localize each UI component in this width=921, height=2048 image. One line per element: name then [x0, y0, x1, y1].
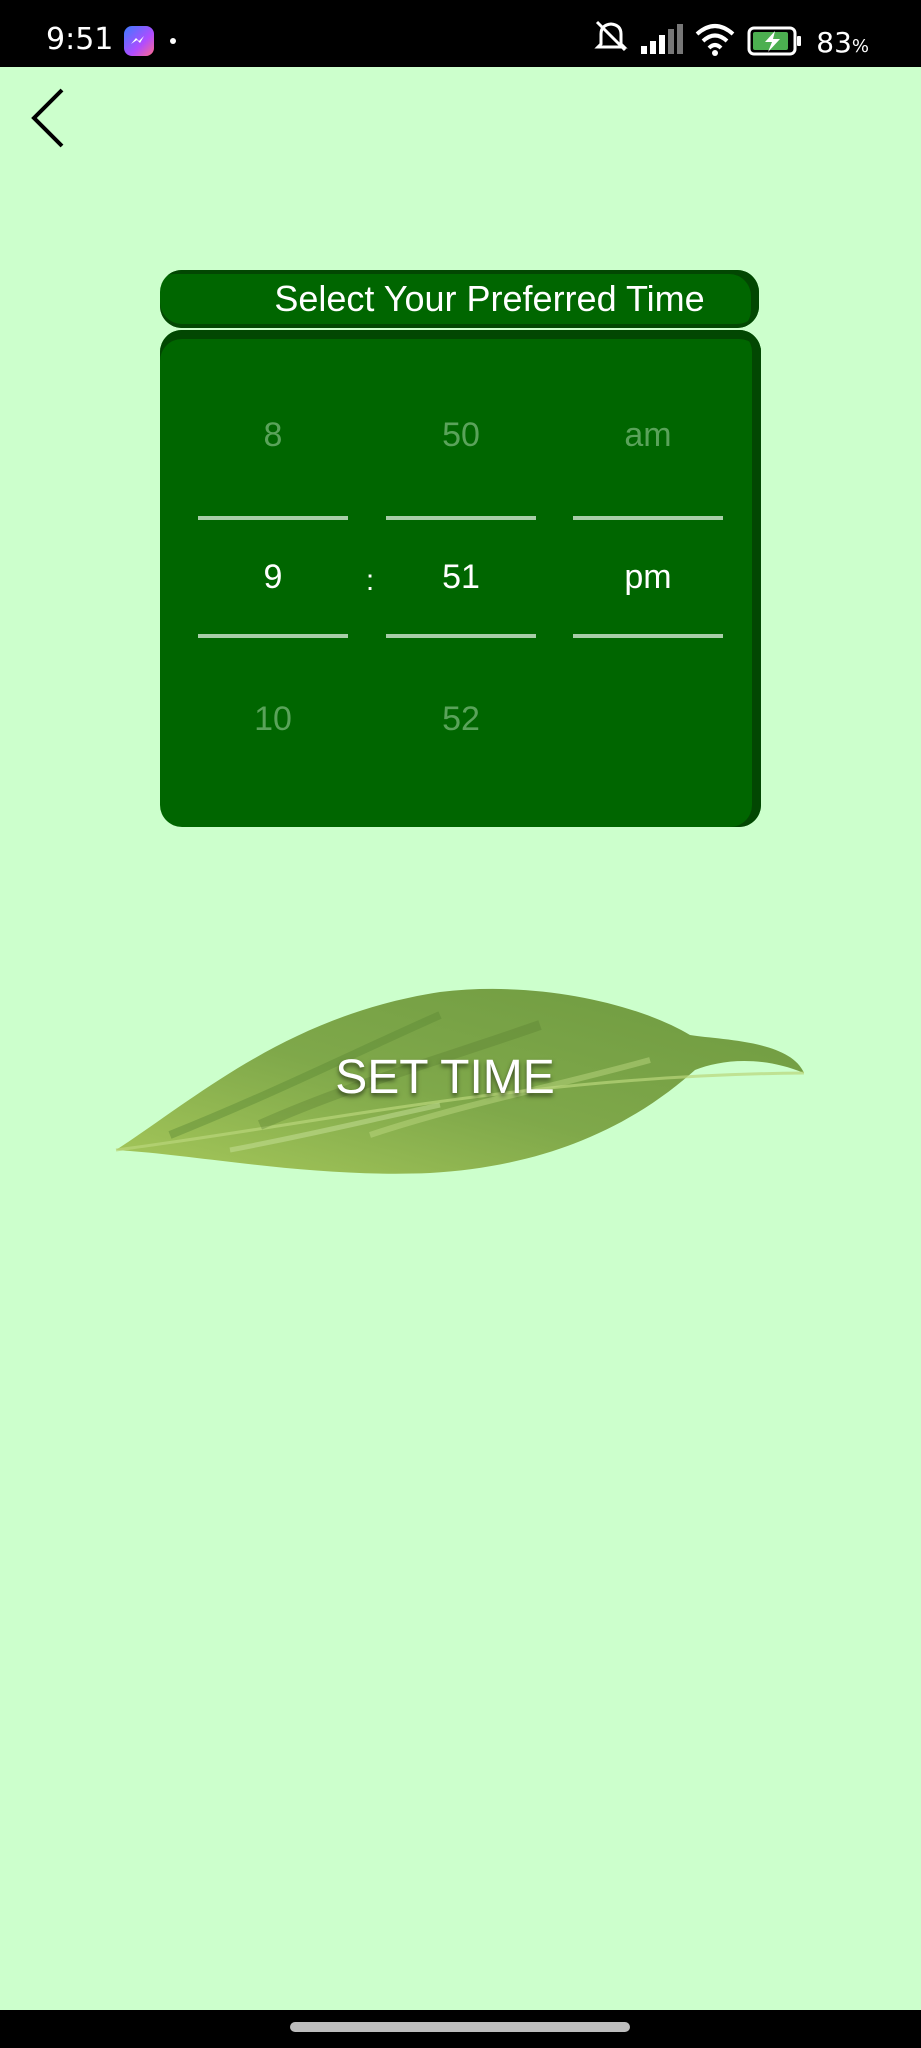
picker-title: Select Your Preferred Time [274, 278, 705, 319]
set-time-button[interactable]: SET TIME [110, 985, 810, 1185]
minute-prev[interactable]: 50 [386, 416, 536, 455]
hour-prev[interactable]: 8 [198, 416, 348, 455]
time-picker: 8 9 10 : 50 51 52 am pm [160, 330, 761, 827]
hour-selected[interactable]: 9 [198, 558, 348, 597]
messenger-icon [124, 26, 154, 56]
silent-icon [594, 20, 628, 52]
wifi-icon [695, 24, 735, 56]
battery-charging-icon [747, 26, 801, 56]
notification-dot-icon [170, 38, 176, 44]
navigation-bar [0, 2010, 921, 2048]
hour-bottom-divider [198, 634, 348, 638]
picker-title-bar: Select Your Preferred Time [160, 270, 759, 328]
battery-percent: 83% [816, 26, 869, 59]
signal-icon [641, 24, 683, 54]
hour-wheel[interactable]: 8 9 10 [198, 330, 348, 827]
period-bottom-divider [573, 634, 723, 638]
period-top-divider [573, 516, 723, 520]
minute-top-divider [386, 516, 536, 520]
chevron-left-icon [31, 88, 64, 148]
period-selected[interactable]: pm [573, 558, 723, 597]
minute-selected[interactable]: 51 [386, 558, 536, 597]
status-time: 9:51 [46, 22, 114, 57]
set-time-label: SET TIME [335, 1051, 555, 1104]
period-wheel[interactable]: am pm [573, 330, 723, 827]
status-bar: 9:51 83% [0, 0, 921, 67]
time-separator: : [365, 564, 375, 597]
home-gesture-handle[interactable] [290, 2022, 630, 2032]
minute-wheel[interactable]: 50 51 52 [386, 330, 536, 827]
back-button[interactable] [24, 84, 84, 154]
hour-top-divider [198, 516, 348, 520]
period-prev[interactable]: am [573, 416, 723, 455]
hour-next[interactable]: 10 [198, 700, 348, 739]
minute-bottom-divider [386, 634, 536, 638]
minute-next[interactable]: 52 [386, 700, 536, 739]
status-icons: 83% [591, 0, 921, 67]
